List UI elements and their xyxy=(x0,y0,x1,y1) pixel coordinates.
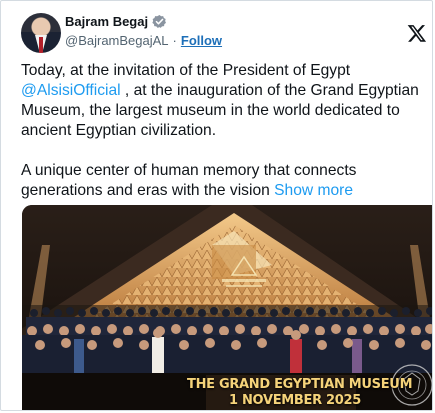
tweet-paragraph-1: Today, at the invitation of the Presiden… xyxy=(21,61,432,141)
mention-link[interactable]: @AlsisiOfficial xyxy=(21,82,121,99)
crowd xyxy=(22,307,432,377)
author-name-row: Bajram Begaj xyxy=(65,14,167,29)
avatar-tie xyxy=(39,37,43,53)
author-handle[interactable]: @BajramBegajAL xyxy=(65,33,169,48)
tweet-paragraph-2: A unique center of human memory that con… xyxy=(21,161,432,201)
p1-text-before: Today, at the invitation of the Presiden… xyxy=(21,62,351,79)
x-logo-icon[interactable] xyxy=(407,23,427,43)
avatar[interactable] xyxy=(21,13,61,53)
tweet-header: Bajram Begaj @BajramBegajAL · Follow xyxy=(21,13,431,53)
verified-badge-icon xyxy=(152,15,167,28)
photo-caption-title: THE GRAND EGYPTIAN MUSEUM xyxy=(187,377,413,392)
author-name[interactable]: Bajram Begaj xyxy=(65,14,148,29)
author-handle-row: @BajramBegajAL · Follow xyxy=(65,33,222,48)
follow-button[interactable]: Follow xyxy=(181,33,222,48)
tweet-card: Bajram Begaj @BajramBegajAL · Follow Tod… xyxy=(0,0,433,411)
photo-caption-date: 1 NOVEMBER 2025 xyxy=(229,393,362,408)
show-more-link[interactable]: Show more xyxy=(274,182,353,199)
separator-dot: · xyxy=(172,33,177,48)
tweet-text: Today, at the invitation of the Presiden… xyxy=(21,61,432,221)
